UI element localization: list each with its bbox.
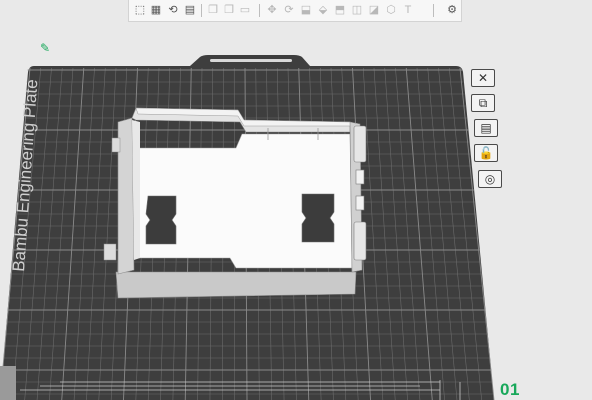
arrange-icon[interactable]: ⧉ bbox=[471, 94, 495, 112]
lock-icon[interactable]: 🔓 bbox=[474, 144, 498, 162]
toolbar-separator bbox=[259, 4, 260, 17]
text-icon[interactable]: T bbox=[400, 2, 416, 18]
add-part-icon[interactable]: ⬚ bbox=[132, 2, 148, 18]
delete-icon[interactable]: ▭ bbox=[237, 2, 253, 18]
plate-number: 01 bbox=[500, 380, 520, 399]
measure-icon[interactable]: ⬡ bbox=[383, 2, 399, 18]
auto-orient-icon[interactable]: ⟲ bbox=[165, 2, 181, 18]
copy-icon[interactable]: ❐ bbox=[205, 2, 221, 18]
seam-paint-icon[interactable]: ◪ bbox=[366, 2, 382, 18]
move-icon[interactable]: ✥ bbox=[264, 2, 280, 18]
orient-icon[interactable]: ◎ bbox=[478, 170, 502, 188]
grid-arrange-icon[interactable]: ▦ bbox=[148, 2, 164, 18]
cut-icon[interactable]: ⬒ bbox=[332, 2, 348, 18]
layers-icon[interactable]: ▤ bbox=[182, 2, 198, 18]
main-toolbar: ⬚ ▦ ⟲ ▤ ❐ ❐ ▭ ✥ ⟳ ⬓ ⬙ ⬒ ◫ ◪ ⬡ T ⚙ bbox=[128, 0, 462, 22]
lay-on-face-icon[interactable]: ⬙ bbox=[315, 2, 331, 18]
toolbar-separator bbox=[201, 4, 202, 17]
edit-plate-name-icon[interactable]: ✎ bbox=[40, 42, 54, 54]
rotate-icon[interactable]: ⟳ bbox=[281, 2, 297, 18]
close-plate-icon[interactable]: ✕ bbox=[471, 69, 495, 87]
build-plate-viewport[interactable]: Bambu Engineering Plate bbox=[0, 0, 592, 400]
paste-icon[interactable]: ❐ bbox=[221, 2, 237, 18]
support-paint-icon[interactable]: ◫ bbox=[349, 2, 365, 18]
toolbar-separator bbox=[433, 4, 434, 17]
assembly-icon[interactable]: ⚙ bbox=[444, 2, 460, 18]
scale-icon[interactable]: ⬓ bbox=[298, 2, 314, 18]
plate-settings-icon[interactable]: ▤ bbox=[474, 119, 498, 137]
